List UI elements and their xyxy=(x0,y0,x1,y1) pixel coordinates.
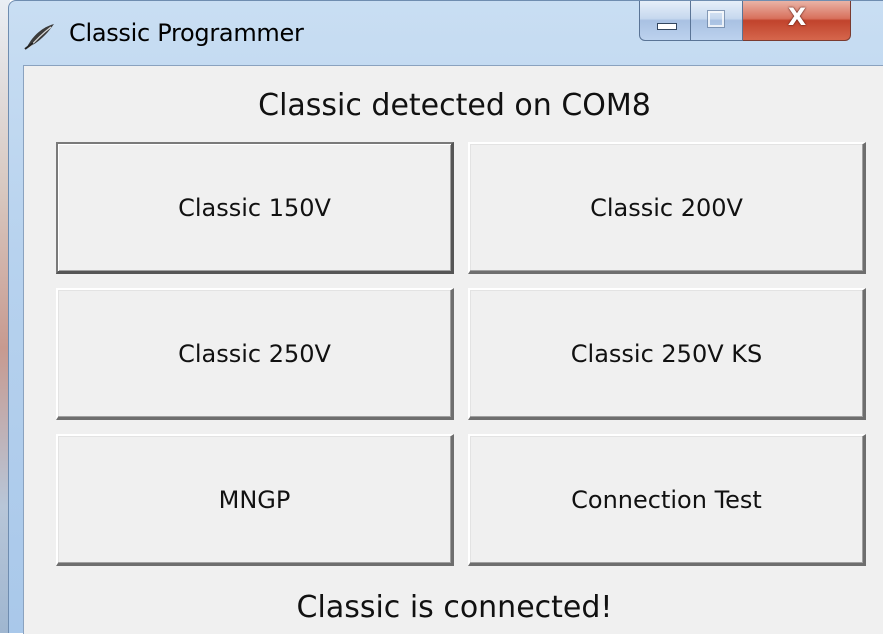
caption-buttons: X xyxy=(639,1,883,45)
classic-200v-button[interactable]: Classic 200V xyxy=(468,142,866,274)
window-title: Classic Programmer xyxy=(69,19,304,47)
maximize-icon xyxy=(707,10,725,28)
close-button[interactable]: X xyxy=(743,1,851,41)
client-area: Classic detected on COM8 Classic 150V Cl… xyxy=(23,65,883,634)
feather-app-icon xyxy=(23,21,57,51)
classic-250v-ks-button[interactable]: Classic 250V KS xyxy=(468,288,866,420)
mngp-button[interactable]: MNGP xyxy=(56,434,454,566)
classic-150v-button[interactable]: Classic 150V xyxy=(56,142,454,274)
connection-test-button[interactable]: Connection Test xyxy=(468,434,866,566)
app-window: Classic Programmer X Classic detected on… xyxy=(8,0,883,634)
close-icon: X xyxy=(787,3,807,31)
minimize-icon xyxy=(657,23,677,30)
maximize-button[interactable] xyxy=(691,1,743,41)
minimize-button[interactable] xyxy=(639,1,691,41)
classic-250v-button[interactable]: Classic 250V xyxy=(56,288,454,420)
detection-status-label: Classic detected on COM8 xyxy=(258,88,651,123)
title-bar[interactable]: Classic Programmer X xyxy=(9,1,883,65)
connection-status-label: Classic is connected! xyxy=(296,590,613,625)
